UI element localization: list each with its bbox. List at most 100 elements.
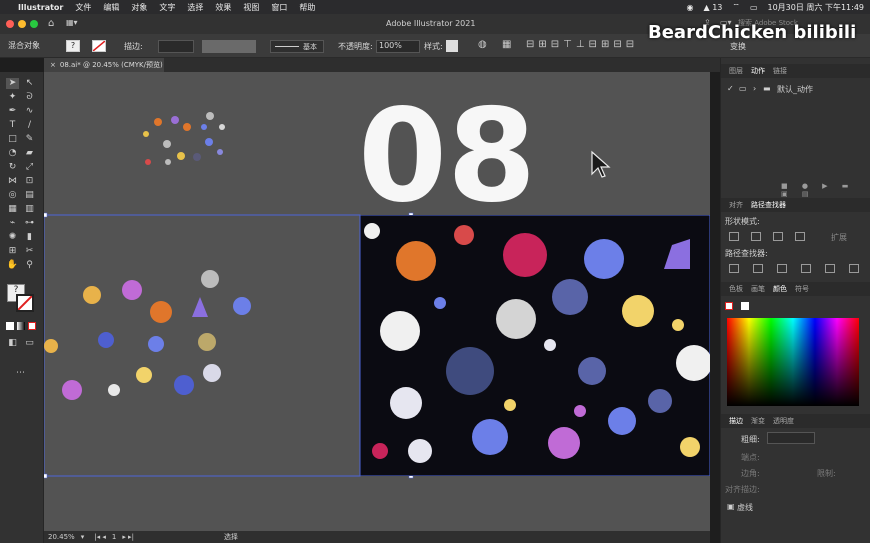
brush-definition[interactable]: 基本	[270, 40, 324, 53]
menu-edit[interactable]: 编辑	[103, 2, 119, 13]
minimize-window-button[interactable]	[18, 20, 26, 28]
scale-tool-icon[interactable]: ⤢	[23, 162, 36, 173]
tab-symbols[interactable]: 符号	[795, 284, 809, 294]
outline-icon[interactable]	[825, 264, 835, 273]
eyedropper-tool-icon[interactable]: ⌁	[6, 218, 19, 229]
mesh-tool-icon[interactable]: ▦	[6, 204, 19, 215]
none-mode-button[interactable]	[28, 322, 36, 330]
pen-tool-icon[interactable]: ✒	[6, 106, 19, 117]
zoom-dropdown-icon[interactable]: ▾	[81, 533, 85, 541]
menu-view[interactable]: 视图	[243, 2, 259, 13]
shaper-tool-icon[interactable]: ◔	[6, 148, 19, 159]
tab-swatches[interactable]: 色板	[729, 284, 743, 294]
stroke-swatch[interactable]	[92, 40, 106, 52]
expand-chevron-icon[interactable]: ›	[753, 84, 756, 93]
action-checkbox-icon[interactable]: ✓	[727, 84, 734, 93]
tab-align[interactable]: 对齐	[729, 200, 743, 210]
dialog-toggle-icon[interactable]: ▭	[739, 84, 747, 93]
draw-mode-icon[interactable]: ◧	[6, 338, 19, 349]
perspective-grid-tool-icon[interactable]: ▤	[23, 190, 36, 201]
intersect-icon[interactable]	[773, 232, 783, 241]
symbol-sprayer-tool-icon[interactable]: ✺	[6, 232, 19, 243]
home-icon[interactable]: ⌂	[48, 18, 54, 29]
notification-icon[interactable]: ▲ 13	[704, 3, 723, 12]
stroke-color-box[interactable]	[16, 294, 34, 312]
artboard-number[interactable]: 1	[112, 533, 116, 541]
minus-front-icon[interactable]	[751, 232, 761, 241]
recolor-artwork-icon[interactable]: ◍	[478, 39, 487, 50]
battery-icon[interactable]: ▭	[750, 3, 758, 12]
tab-pathfinder[interactable]: 路径查找器	[751, 200, 786, 210]
menu-file[interactable]: 文件	[75, 2, 91, 13]
tab-transparency[interactable]: 透明度	[773, 416, 794, 426]
hand-tool-icon[interactable]: ✋	[6, 260, 19, 271]
rotate-tool-icon[interactable]: ↻	[6, 162, 19, 173]
stroke-weight-input[interactable]	[158, 40, 194, 53]
color-spectrum[interactable]	[727, 318, 859, 406]
actions-controls-icon[interactable]: ■ ● ▶ ▬ ▣ ▤	[781, 182, 870, 198]
type-tool-icon[interactable]: T	[6, 120, 19, 131]
menu-app[interactable]: Illustrator	[18, 3, 63, 12]
zoom-level[interactable]: 20.45%	[48, 533, 75, 541]
zoom-tool-icon[interactable]: ⚲	[23, 260, 36, 271]
none-color-button[interactable]	[725, 302, 733, 310]
exclude-icon[interactable]	[795, 232, 805, 241]
dashed-checkbox[interactable]: ▣	[727, 502, 735, 511]
slice-tool-icon[interactable]: ✂	[23, 246, 36, 257]
tab-brushes[interactable]: 画笔	[751, 284, 765, 294]
tab-actions[interactable]: 动作	[751, 66, 765, 76]
curvature-tool-icon[interactable]: ∿	[23, 106, 36, 117]
column-graph-tool-icon[interactable]: ▮	[23, 232, 36, 243]
gradient-tool-icon[interactable]: ▥	[23, 204, 36, 215]
crop-icon[interactable]	[801, 264, 811, 273]
paintbrush-tool-icon[interactable]: ✎	[23, 134, 36, 145]
menu-effect[interactable]: 效果	[215, 2, 231, 13]
selection-tool-icon[interactable]: ➤	[6, 78, 19, 89]
eraser-tool-icon[interactable]: ▰	[23, 148, 36, 159]
zoom-window-button[interactable]	[30, 20, 38, 28]
artboard-nav-icon[interactable]: |◂ ◂	[94, 533, 106, 541]
line-tool-icon[interactable]: /	[23, 120, 36, 131]
menu-type[interactable]: 文字	[159, 2, 175, 13]
graphic-style-swatch[interactable]	[446, 40, 458, 52]
width-tool-icon[interactable]: ⋈	[6, 176, 19, 187]
document-tab[interactable]: × 08.ai* @ 20.45% (CMYK/预览)	[44, 58, 164, 72]
shape-builder-tool-icon[interactable]: ◎	[6, 190, 19, 201]
workspace-switcher-icon[interactable]: ▦▾	[66, 18, 78, 27]
merge-icon[interactable]	[777, 264, 787, 273]
tab-layers[interactable]: 图层	[729, 66, 743, 76]
align-buttons-icon[interactable]: ⊟⊞⊟⊤⊥⊟⊞⊟⊟	[526, 39, 638, 50]
minus-back-icon[interactable]	[849, 264, 859, 273]
tab-links[interactable]: 链接	[773, 66, 787, 76]
wifi-icon[interactable]: ⌔	[732, 2, 740, 12]
tab-color[interactable]: 颜色	[773, 284, 787, 294]
menu-help[interactable]: 帮助	[299, 2, 315, 13]
edit-toolbar-icon[interactable]: ⋯	[14, 368, 27, 379]
unite-icon[interactable]	[729, 232, 739, 241]
rectangle-tool-icon[interactable]: □	[6, 134, 19, 145]
artboard-tool-icon[interactable]: ⊞	[6, 246, 19, 257]
magic-wand-tool-icon[interactable]: ✦	[6, 92, 19, 103]
screen-mode-icon[interactable]: ▭	[23, 338, 36, 349]
icon-cluster-small[interactable]	[143, 112, 225, 165]
color-mode-button[interactable]	[6, 322, 14, 330]
direct-selection-tool-icon[interactable]: ↖	[23, 78, 36, 89]
heading-08[interactable]: 08	[358, 82, 536, 231]
tab-stroke[interactable]: 描边	[729, 416, 743, 426]
trim-icon[interactable]	[753, 264, 763, 273]
opacity-input[interactable]: 100%	[376, 40, 420, 53]
clock[interactable]: 10月30日 周六 下午11:49	[768, 2, 865, 13]
lasso-tool-icon[interactable]: ᘐ	[23, 92, 36, 103]
expand-button[interactable]: 扩展	[831, 232, 847, 243]
free-transform-tool-icon[interactable]: ⊡	[23, 176, 36, 187]
menu-window[interactable]: 窗口	[271, 2, 287, 13]
stroke-weight-field[interactable]	[767, 432, 815, 444]
fill-swatch[interactable]: ?	[66, 40, 80, 52]
record-icon[interactable]: ◉	[687, 3, 694, 12]
tab-gradient[interactable]: 渐变	[751, 416, 765, 426]
menu-select[interactable]: 选择	[187, 2, 203, 13]
blend-tool-icon[interactable]: ⊶	[23, 218, 36, 229]
menu-object[interactable]: 对象	[131, 2, 147, 13]
white-color-button[interactable]	[741, 302, 749, 310]
action-set-name[interactable]: 默认_动作	[777, 84, 813, 95]
